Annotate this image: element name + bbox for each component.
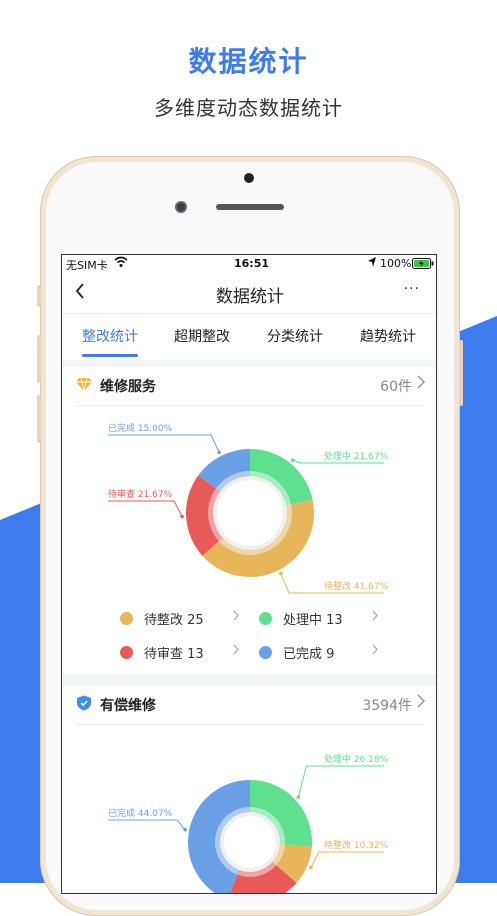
legend-label: 待整改 25 xyxy=(144,613,204,628)
legend-item-processing[interactable]: 处理中 13 xyxy=(259,609,379,629)
promo-subtitle: 多维度动态数据统计 xyxy=(154,96,343,120)
legend-label: 已完成 9 xyxy=(283,647,335,662)
legend-item-pending-rectification[interactable]: 待整改 25 xyxy=(120,609,240,629)
leader-line xyxy=(108,819,186,831)
leader-dot xyxy=(290,458,295,462)
donut-label: 处理中 26.18% xyxy=(324,753,389,765)
nav-bar: 数据统计 ··· xyxy=(62,273,436,313)
tab-trend-stats[interactable]: 趋势统计 xyxy=(360,326,416,346)
proximity-sensor xyxy=(244,173,254,183)
legend-dot xyxy=(259,646,272,659)
inner-ring xyxy=(218,810,282,874)
battery-percent: 100% xyxy=(380,257,412,270)
shield-icon xyxy=(77,695,91,711)
donut-label: 处理中 21.67% xyxy=(324,450,389,462)
tab-category-stats[interactable]: 分类统计 xyxy=(267,326,323,346)
leader-line xyxy=(108,500,183,517)
leader-dot xyxy=(180,514,184,519)
phone-screen: 无SIM卡 16:51 100% 数据统计 ··· 整改统计 超期整改 分类统计… xyxy=(61,254,437,894)
chevron-right-icon xyxy=(232,643,240,660)
legend-item-pending-review[interactable]: 待审查 13 xyxy=(120,643,240,663)
leader-line xyxy=(108,434,220,453)
phone-side-button xyxy=(37,285,41,307)
inner-ring xyxy=(211,474,289,552)
phone-volume-up xyxy=(37,335,41,383)
card-header[interactable]: 维修服务 60件 xyxy=(62,367,436,403)
donut-label: 已完成 44.07% xyxy=(108,807,173,819)
diamond-icon xyxy=(76,377,92,392)
leader-line xyxy=(310,851,384,868)
card-title: 维修服务 xyxy=(100,379,156,395)
leader-dot xyxy=(309,865,313,870)
phone-power-button xyxy=(459,340,463,406)
legend-item-completed[interactable]: 已完成 9 xyxy=(259,643,379,663)
active-tab-indicator xyxy=(82,354,138,357)
carrier-text: 无SIM卡 xyxy=(66,259,108,272)
leader-line xyxy=(297,765,384,798)
leader-dot xyxy=(217,450,221,455)
card-title: 有偿维修 xyxy=(100,698,156,714)
legend-dot xyxy=(120,612,133,625)
donut-label: 待整改 10.32% xyxy=(324,839,389,851)
leader-dot xyxy=(183,827,187,832)
leader-dot xyxy=(279,571,283,576)
legend-dot xyxy=(259,612,272,625)
tab-overdue-rectification[interactable]: 超期整改 xyxy=(174,326,230,346)
promo-title: 数据统计 xyxy=(188,45,309,78)
clock-time: 16:51 xyxy=(234,257,270,270)
stat-card-paid-maintenance: 有偿维修 3594件 处理中 26.18% 待整改 10.32% 已完成 44.07… xyxy=(62,686,436,893)
front-camera xyxy=(175,201,187,213)
chevron-right-icon xyxy=(416,693,426,713)
card-count: 60件 xyxy=(380,379,412,395)
stat-card-maintenance: 维修服务 60件 处理中 21.67% 待整改 41.67% 待审查 21.67% 已… xyxy=(62,367,436,674)
phone-volume-down xyxy=(37,395,41,443)
battery-icon xyxy=(412,258,434,272)
page-title: 数据统计 xyxy=(216,287,284,307)
legend-label: 处理中 13 xyxy=(283,613,343,628)
earpiece-speaker xyxy=(216,204,284,210)
donut-label: 待审查 21.67% xyxy=(108,488,173,500)
chevron-right-icon xyxy=(371,609,379,626)
donut-label: 待整改 41.67% xyxy=(324,580,389,592)
legend-dot xyxy=(120,646,133,659)
legend-label: 待审查 13 xyxy=(144,647,204,662)
donut-label: 已完成 15.00% xyxy=(108,422,173,434)
leader-dot xyxy=(296,795,301,799)
card-header[interactable]: 有偿维修 3594件 xyxy=(62,686,436,722)
status-bar: 无SIM卡 16:51 100% xyxy=(62,255,436,273)
more-options-button[interactable]: ··· xyxy=(404,281,420,297)
chevron-right-icon xyxy=(371,643,379,660)
location-icon xyxy=(367,256,377,271)
chevron-right-icon xyxy=(416,374,426,394)
tab-bar: 整改统计 超期整改 分类统计 趋势统计 xyxy=(62,313,436,360)
donut-chart-paid-maintenance: 处理中 26.18% 待整改 10.32% 已完成 44.07% xyxy=(108,753,389,893)
card-count: 3594件 xyxy=(362,698,412,714)
tab-rectification-stats[interactable]: 整改统计 xyxy=(82,326,138,346)
wifi-icon xyxy=(114,256,128,271)
chevron-right-icon xyxy=(232,609,240,626)
donut-chart-maintenance: 处理中 21.67% 待整改 41.67% 待审查 21.67% 已完成 15.00% xyxy=(108,422,389,594)
